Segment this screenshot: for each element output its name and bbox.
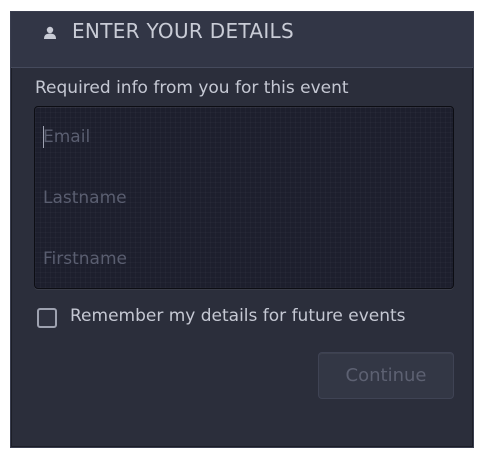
- text-caret: [43, 126, 44, 148]
- remember-details-label[interactable]: Remember my details for future events: [70, 306, 406, 326]
- email-field[interactable]: Email: [43, 120, 443, 154]
- panel-title: ENTER YOUR DETAILS: [72, 19, 294, 43]
- details-fields: Email Lastname Firstname: [34, 106, 454, 289]
- firstname-field[interactable]: Firstname: [43, 242, 443, 276]
- continue-button[interactable]: Continue: [318, 352, 454, 399]
- user-icon: [44, 26, 56, 39]
- lastname-field[interactable]: Lastname: [43, 181, 443, 215]
- remember-details-checkbox[interactable]: [37, 308, 57, 328]
- required-info-text: Required info from you for this event: [35, 78, 349, 98]
